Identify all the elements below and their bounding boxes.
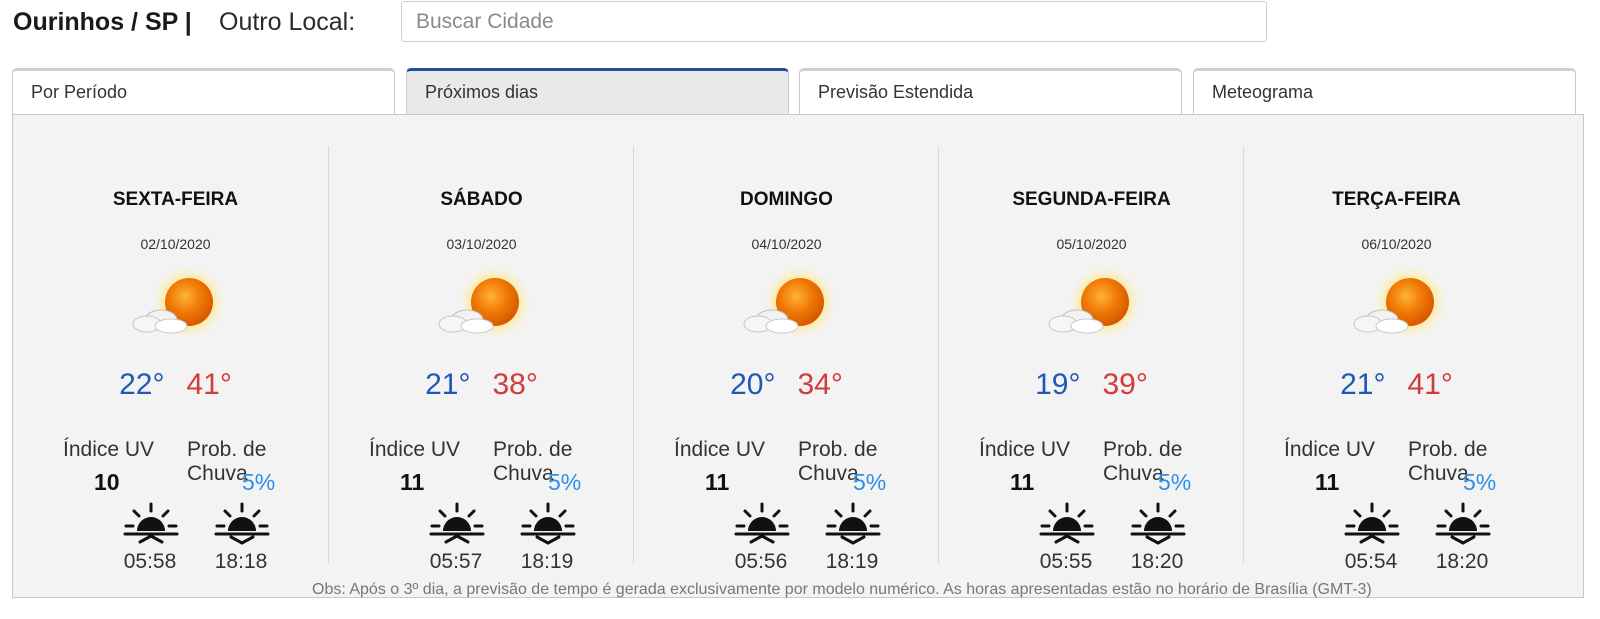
max-temperature: 41° xyxy=(1407,368,1453,401)
uv-index-value: 10 xyxy=(94,469,120,495)
forecast-date: 03/10/2020 xyxy=(446,236,517,252)
uv-index-label: Índice UV xyxy=(1284,438,1376,461)
sunrise-time: 05:54 xyxy=(1344,550,1398,573)
sunset-icon xyxy=(214,502,270,545)
temperature-range: 21° 41° xyxy=(1244,368,1549,402)
min-temperature: 19° xyxy=(1035,368,1081,401)
sunset-icon xyxy=(825,502,881,545)
day-card: DOMINGO 04/10/2020 20° 34° Índice UV Pro… xyxy=(633,146,939,573)
partly-cloudy-sun-icon xyxy=(132,266,225,338)
rain-probability-value: 5% xyxy=(1463,469,1497,495)
tab-proximos-dias[interactable]: Próximos dias xyxy=(406,68,789,116)
uv-index-label: Índice UV xyxy=(369,438,461,461)
temperature-range: 19° 39° xyxy=(939,368,1244,402)
sunrise-icon xyxy=(429,502,485,544)
day-card: SEXTA-FEIRA 02/10/2020 22° 41° Índice UV… xyxy=(23,146,328,573)
forecast-disclaimer: Obs: Após o 3º dia, a previsão de tempo … xyxy=(312,581,1372,598)
weekday-name: SEGUNDA-FEIRA xyxy=(1012,189,1171,210)
min-temperature: 21° xyxy=(425,368,471,401)
city-search-input[interactable] xyxy=(401,1,1267,42)
uv-index-value: 11 xyxy=(1010,469,1035,495)
sunrise-time: 05:57 xyxy=(429,550,483,573)
weekday-name: TERÇA-FEIRA xyxy=(1332,189,1461,210)
temperature-range: 20° 34° xyxy=(634,368,939,402)
forecast-date: 06/10/2020 xyxy=(1361,236,1432,252)
day-card: SÁBADO 03/10/2020 21° 38° Índice UV Prob… xyxy=(328,146,634,573)
day-card: SEGUNDA-FEIRA 05/10/2020 19° 39° Índice … xyxy=(938,146,1244,573)
rain-probability-value: 5% xyxy=(242,469,276,495)
rain-probability-value: 5% xyxy=(853,469,887,495)
max-temperature: 41° xyxy=(186,368,232,401)
weekday-name: SEXTA-FEIRA xyxy=(112,189,239,210)
sunrise-time: 05:56 xyxy=(734,550,788,573)
tab-meteograma[interactable]: Meteograma xyxy=(1193,68,1576,114)
other-location-label: Outro Local: xyxy=(219,8,356,36)
weekday-name: DOMINGO xyxy=(740,189,833,210)
sunset-icon xyxy=(520,502,576,545)
max-temperature: 39° xyxy=(1102,368,1148,401)
uv-index-label: Índice UV xyxy=(979,438,1071,461)
min-temperature: 22° xyxy=(119,368,165,401)
forecast-date: 05/10/2020 xyxy=(1056,236,1127,252)
min-temperature: 21° xyxy=(1340,368,1386,401)
partly-cloudy-sun-icon xyxy=(438,266,531,338)
rain-probability-value: 5% xyxy=(548,469,582,495)
sunrise-time: 05:55 xyxy=(1039,550,1093,573)
temperature-range: 22° 41° xyxy=(23,368,328,402)
sunset-time: 18:19 xyxy=(520,550,574,573)
uv-index-label: Índice UV xyxy=(674,438,766,461)
sunset-time: 18:19 xyxy=(825,550,879,573)
uv-index-value: 11 xyxy=(705,469,730,495)
day-card: TERÇA-FEIRA 06/10/2020 21° 41° Índice UV… xyxy=(1243,146,1549,573)
tab-por-periodo[interactable]: Por Período xyxy=(12,68,395,114)
sunset-icon xyxy=(1435,502,1491,545)
sunset-time: 18:18 xyxy=(214,550,268,573)
sunrise-icon xyxy=(1344,502,1400,544)
sunrise-icon xyxy=(734,502,790,544)
uv-index-label: Índice UV xyxy=(63,438,155,461)
max-temperature: 34° xyxy=(797,368,843,401)
sunrise-icon xyxy=(1039,502,1095,544)
forecast-panel: SEXTA-FEIRA 02/10/2020 22° 41° Índice UV… xyxy=(12,114,1584,598)
uv-index-value: 11 xyxy=(1315,469,1340,495)
sunset-time: 18:20 xyxy=(1130,550,1184,573)
rain-probability-value: 5% xyxy=(1158,469,1192,495)
current-city: Ourinhos / SP | xyxy=(13,8,192,36)
temperature-range: 21° 38° xyxy=(329,368,634,402)
partly-cloudy-sun-icon xyxy=(1353,266,1446,338)
uv-index-value: 11 xyxy=(400,469,425,495)
sunrise-icon xyxy=(123,502,179,544)
weekday-name: SÁBADO xyxy=(440,189,523,210)
forecast-date: 04/10/2020 xyxy=(751,236,822,252)
sunrise-time: 05:58 xyxy=(123,550,177,573)
sunset-icon xyxy=(1130,502,1186,545)
location-header: Ourinhos / SP | Outro Local: xyxy=(0,0,1600,48)
partly-cloudy-sun-icon xyxy=(1048,266,1141,338)
sunset-time: 18:20 xyxy=(1435,550,1489,573)
partly-cloudy-sun-icon xyxy=(743,266,836,338)
max-temperature: 38° xyxy=(492,368,538,401)
tab-previsao-estendida[interactable]: Previsão Estendida xyxy=(799,68,1182,114)
min-temperature: 20° xyxy=(730,368,776,401)
forecast-date: 02/10/2020 xyxy=(140,236,211,252)
